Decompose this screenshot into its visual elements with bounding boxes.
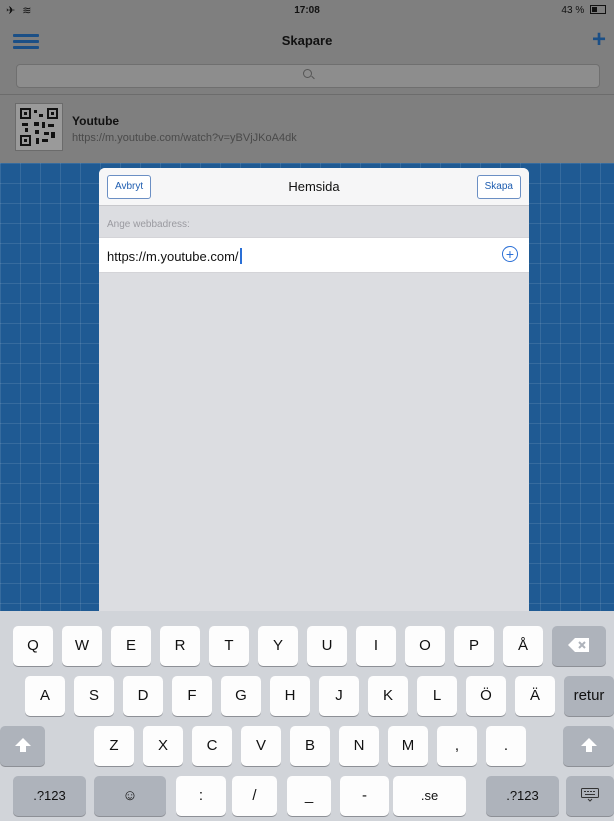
shift-key-right[interactable] (563, 726, 614, 766)
key[interactable]: F (172, 676, 212, 716)
status-time: 17:08 (294, 5, 320, 16)
hide-keyboard-key[interactable] (566, 776, 614, 816)
keyboard-icon (581, 788, 599, 802)
text-cursor (239, 248, 242, 264)
battery-status: 43 % (561, 5, 606, 16)
dimmed-app-area: ✈ ︎≋ 17:08 43 % Skapare + Youtube https:… (0, 0, 614, 163)
shift-icon (14, 738, 31, 752)
key[interactable]: N (339, 726, 379, 766)
backspace-key[interactable] (552, 626, 606, 666)
key[interactable]: Å (503, 626, 543, 666)
key[interactable]: L (417, 676, 457, 716)
divider (0, 94, 614, 95)
key[interactable]: T (209, 626, 249, 666)
nav-title: Skapare (281, 33, 333, 48)
key[interactable]: O (405, 626, 445, 666)
key[interactable]: K (368, 676, 408, 716)
search-field[interactable] (16, 64, 600, 88)
key[interactable]: X (143, 726, 183, 766)
shift-icon (580, 738, 597, 752)
key[interactable]: W (62, 626, 102, 666)
key[interactable]: , (437, 726, 477, 766)
item-title: Youtube (72, 114, 120, 128)
url-label: Ange webbadress: (107, 219, 190, 230)
numbers-key[interactable]: .?123 (13, 776, 86, 816)
add-circle-icon[interactable]: + (502, 246, 518, 262)
key[interactable]: Y (258, 626, 298, 666)
key[interactable]: Ö (466, 676, 506, 716)
key[interactable]: : (176, 776, 226, 816)
keyboard: Q W E R T Y U I O P Å A S D F G H J K L … (0, 611, 614, 821)
modal-title: Hemsida (288, 179, 340, 194)
qr-code-icon (15, 103, 63, 151)
battery-percent: 43 % (561, 5, 585, 16)
create-button[interactable]: Skapa (476, 175, 521, 199)
key[interactable]: G (221, 676, 261, 716)
emoji-key[interactable]: ☺ (94, 776, 166, 816)
key[interactable]: - (340, 776, 389, 816)
url-input[interactable]: https://m.youtube.com/ (107, 248, 242, 264)
url-field[interactable]: https://m.youtube.com/ + (99, 237, 529, 273)
key[interactable]: E (111, 626, 151, 666)
key[interactable]: . (486, 726, 526, 766)
status-bar: ✈ ︎≋ 17:08 43 % (0, 0, 614, 20)
key[interactable]: R (160, 626, 200, 666)
battery-icon (590, 5, 606, 14)
numbers-key-right[interactable]: .?123 (486, 776, 559, 816)
key[interactable]: M (388, 726, 428, 766)
return-key[interactable]: retur (564, 676, 614, 716)
key[interactable]: V (241, 726, 281, 766)
key[interactable]: B (290, 726, 330, 766)
key[interactable]: J (319, 676, 359, 716)
key[interactable]: S (74, 676, 114, 716)
shift-key-left[interactable] (0, 726, 45, 766)
url-value: https://m.youtube.com/ (107, 249, 239, 264)
key[interactable]: / (232, 776, 277, 816)
key[interactable]: _ (287, 776, 331, 816)
add-icon[interactable]: + (592, 28, 606, 52)
website-modal: Avbryt Hemsida Skapa Ange webbadress: ht… (99, 168, 529, 628)
key[interactable]: H (270, 676, 310, 716)
tld-key[interactable]: .se (393, 776, 466, 816)
item-url: https://m.youtube.com/watch?v=yBVjJKoA4d… (72, 132, 297, 144)
key[interactable]: Q (13, 626, 53, 666)
key[interactable]: Ä (515, 676, 555, 716)
nav-bar: Skapare + (0, 20, 614, 62)
list-item[interactable]: Youtube https://m.youtube.com/watch?v=yB… (0, 100, 614, 158)
key[interactable]: A (25, 676, 65, 716)
key[interactable]: P (454, 626, 494, 666)
key[interactable]: Z (94, 726, 134, 766)
backspace-icon (568, 638, 589, 652)
key[interactable]: I (356, 626, 396, 666)
search-icon (303, 69, 312, 78)
modal-header: Avbryt Hemsida Skapa (99, 168, 529, 206)
key[interactable]: D (123, 676, 163, 716)
key[interactable]: C (192, 726, 232, 766)
emoji-icon: ☺ (122, 787, 138, 804)
key[interactable]: U (307, 626, 347, 666)
